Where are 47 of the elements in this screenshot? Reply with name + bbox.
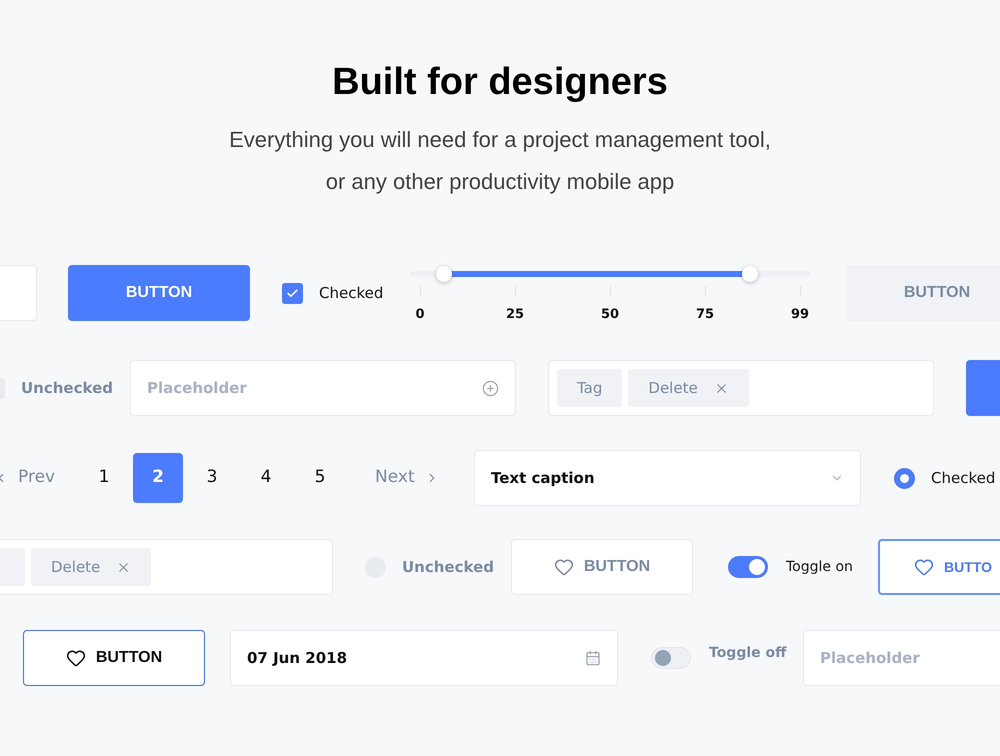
date-field[interactable]: 07 Jun 2018	[230, 630, 618, 686]
input-field[interactable]: Placeholder	[803, 630, 1000, 686]
tag-chip[interactable]: Delete	[628, 369, 749, 407]
tick-label: 50	[600, 308, 620, 321]
add-icon[interactable]	[482, 380, 499, 396]
page-button[interactable]: 4	[241, 453, 291, 503]
heart-icon	[66, 648, 86, 668]
button[interactable]: BUTTON	[511, 539, 693, 595]
page-button[interactable]: 1	[79, 453, 129, 503]
tag-field[interactable]: Delete	[0, 539, 333, 595]
radio-button[interactable]	[894, 468, 915, 488]
calendar-icon[interactable]	[585, 650, 601, 666]
next-button[interactable]: Next	[375, 453, 439, 503]
slider-track[interactable]	[410, 266, 810, 282]
checkbox[interactable]	[282, 282, 303, 304]
dropdown-select[interactable]: Text caption	[474, 450, 861, 506]
tick-label: 99	[790, 308, 810, 321]
check-icon	[286, 286, 299, 300]
heart-icon	[914, 557, 934, 577]
tick-label: 75	[696, 308, 714, 321]
tick-label: 0	[415, 308, 425, 321]
toggle-switch[interactable]	[651, 647, 691, 669]
button[interactable]: BUTTON	[846, 265, 1000, 321]
toggle-label: Toggle on	[786, 558, 853, 576]
prev-button[interactable]: Prev	[0, 453, 75, 503]
page-title: Built for designers	[332, 60, 668, 105]
checkbox-label: Checked	[319, 282, 384, 304]
button[interactable]: BUTTO	[878, 539, 1000, 595]
subtitle-line: or any other productivity mobile app	[326, 168, 674, 196]
tick-label: 25	[506, 308, 524, 321]
tag-chip[interactable]: Tag	[557, 369, 622, 407]
tag-field[interactable]: Tag Delete	[548, 360, 934, 416]
page-button[interactable]: 5	[295, 453, 345, 503]
radio-label: Checked	[931, 468, 996, 489]
slider-handle[interactable]	[436, 266, 452, 282]
button[interactable]: BUTTON	[68, 265, 250, 321]
subtitle-line: Everything you will need for a project management tool,	[229, 126, 771, 154]
checkbox-label: Unchecked	[21, 378, 113, 399]
page-button[interactable]: 2	[133, 453, 183, 503]
page-button[interactable]: 3	[187, 453, 237, 503]
tag-chip[interactable]: Delete	[31, 548, 152, 586]
toggle-switch[interactable]	[728, 556, 768, 578]
button[interactable]: BUTTON	[23, 630, 205, 686]
toggle-label: Toggle off	[709, 644, 786, 662]
radio-label: Unchecked	[402, 556, 494, 578]
slider-handle[interactable]	[742, 266, 758, 282]
heart-icon	[554, 557, 574, 577]
